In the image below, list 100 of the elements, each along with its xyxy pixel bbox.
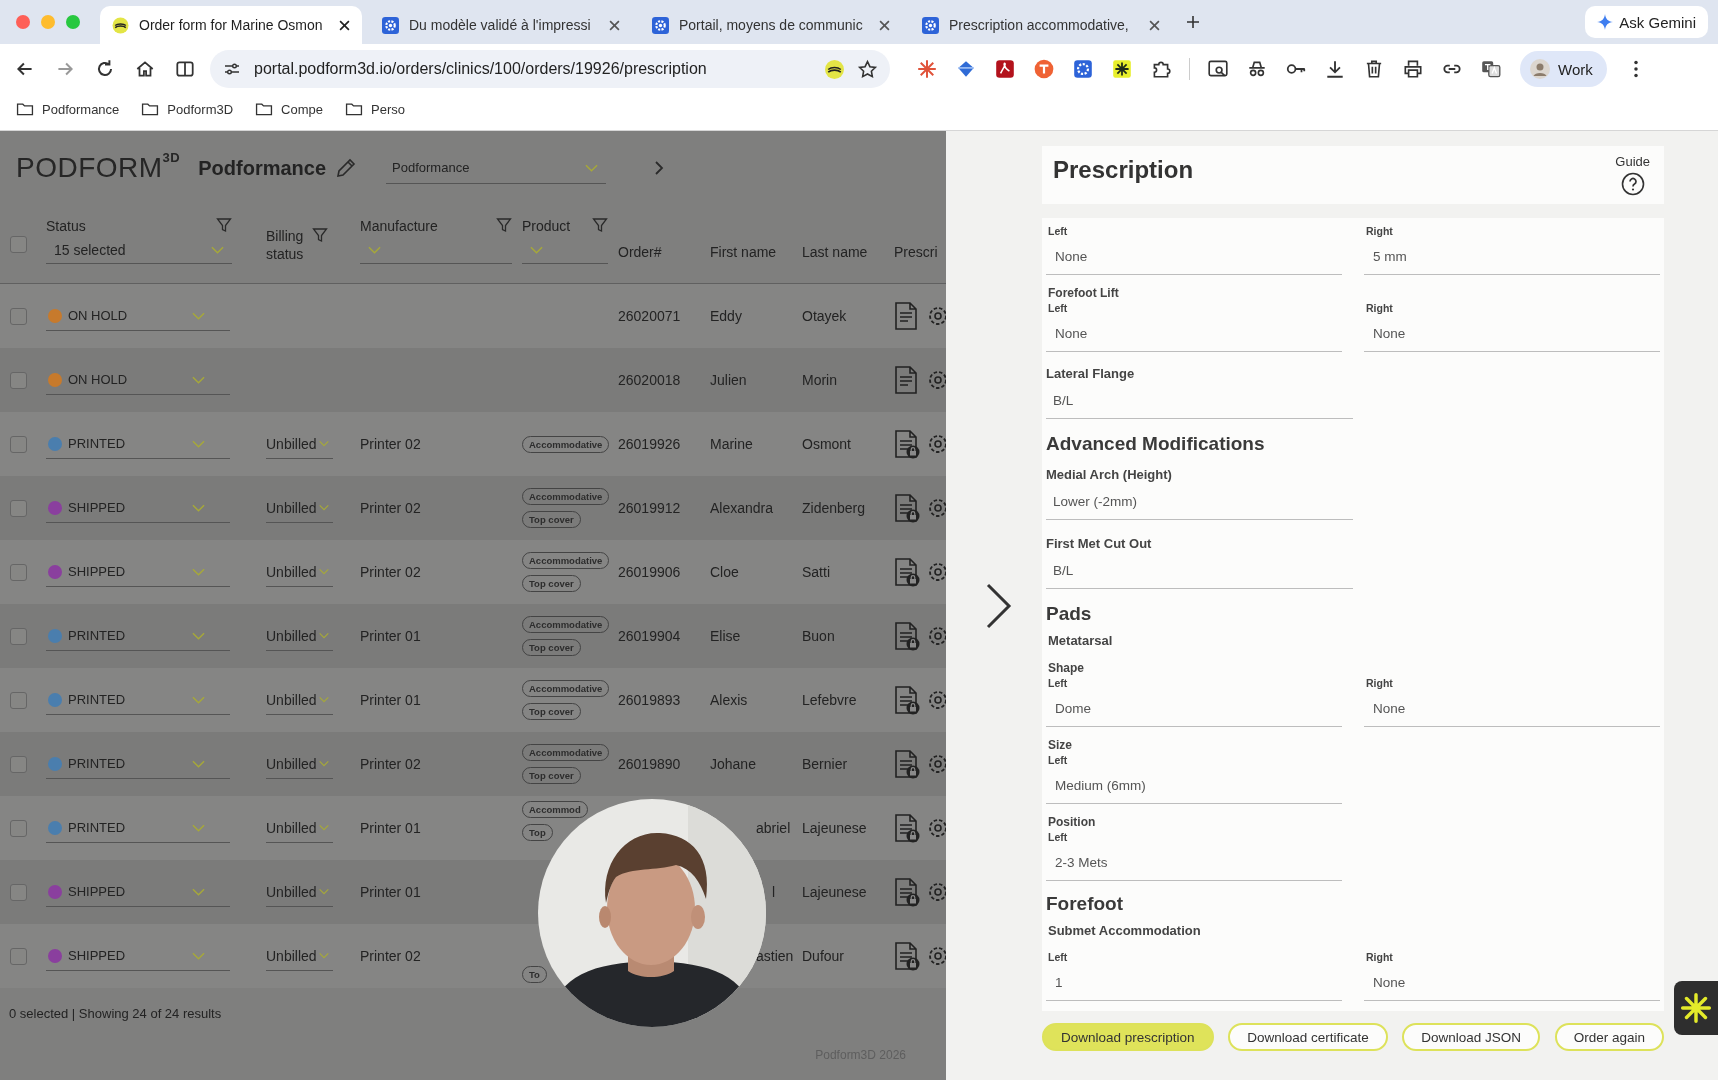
select-field[interactable]: None <box>1046 315 1342 352</box>
bookmark-folder[interactable]: Podformance <box>16 101 120 117</box>
bookmark-folder[interactable]: Perso <box>345 101 405 117</box>
select-field[interactable]: B/L <box>1046 382 1353 419</box>
document-icon[interactable] <box>894 301 920 331</box>
select-field[interactable]: None <box>1046 238 1342 275</box>
gear-icon[interactable] <box>926 432 946 456</box>
locked-document-icon[interactable] <box>894 429 920 459</box>
browser-tab[interactable]: Prescription accommodative, <box>910 6 1172 44</box>
status-dropdown[interactable]: PRINTED <box>46 429 230 459</box>
billing-dropdown[interactable]: Unbilled <box>266 941 333 971</box>
row-checkbox[interactable] <box>10 627 27 645</box>
row-checkbox[interactable] <box>10 755 27 773</box>
row-checkbox[interactable] <box>10 947 27 965</box>
action-button[interactable]: Download prescription <box>1042 1023 1214 1051</box>
close-window-button[interactable] <box>16 15 30 29</box>
filter-icon[interactable] <box>496 217 512 233</box>
document-icon[interactable] <box>894 365 920 395</box>
billing-dropdown[interactable]: Unbilled <box>266 685 333 715</box>
select-all-checkbox[interactable] <box>10 235 27 253</box>
gear-icon[interactable] <box>926 304 946 328</box>
locked-document-icon[interactable] <box>894 941 920 971</box>
status-dropdown[interactable]: SHIPPED <box>46 877 230 907</box>
bookmark-folder[interactable]: Podform3D <box>141 101 234 117</box>
asterisk-icon[interactable] <box>1111 58 1133 80</box>
status-dropdown[interactable]: PRINTED <box>46 749 230 779</box>
browser-tab[interactable]: Portail, moyens de communic <box>640 6 902 44</box>
select-field[interactable]: 1 <box>1046 964 1342 1001</box>
locked-document-icon[interactable] <box>894 557 920 587</box>
status-dropdown[interactable]: SHIPPED <box>46 941 230 971</box>
row-checkbox[interactable] <box>10 499 27 517</box>
action-button[interactable]: Download JSON <box>1402 1023 1541 1051</box>
gear-icon[interactable] <box>926 560 946 584</box>
select-field[interactable]: B/L <box>1046 552 1353 589</box>
filter-icon[interactable] <box>216 217 232 233</box>
row-checkbox[interactable] <box>10 435 27 453</box>
billing-dropdown[interactable]: Unbilled <box>266 429 333 459</box>
action-button[interactable]: Order again <box>1554 1023 1664 1051</box>
billing-dropdown[interactable]: Unbilled <box>266 877 333 907</box>
gear-icon[interactable] <box>926 496 946 520</box>
locked-document-icon[interactable] <box>894 493 920 523</box>
gear-icon[interactable] <box>926 624 946 648</box>
locked-document-icon[interactable] <box>894 685 920 715</box>
billing-dropdown[interactable]: Unbilled <box>266 493 333 523</box>
select-field[interactable]: 2-3 Mets <box>1046 844 1342 881</box>
select-field[interactable]: Medium (6mm) <box>1046 767 1342 804</box>
billing-dropdown[interactable]: Unbilled <box>266 557 333 587</box>
status-dropdown[interactable]: PRINTED <box>46 685 230 715</box>
billing-dropdown[interactable]: Unbilled <box>266 621 333 651</box>
profile-button[interactable]: Work <box>1520 51 1607 87</box>
filter-icon[interactable] <box>312 227 328 243</box>
row-checkbox[interactable] <box>10 371 27 389</box>
status-dropdown[interactable]: SHIPPED <box>46 493 230 523</box>
action-button[interactable]: Download certificate <box>1228 1023 1388 1051</box>
row-checkbox[interactable] <box>10 691 27 709</box>
close-icon[interactable] <box>609 19 620 31</box>
assistant-button[interactable] <box>1674 981 1718 1035</box>
filter-dropdown[interactable]: 15 selected <box>46 237 232 264</box>
locked-document-icon[interactable] <box>894 877 920 907</box>
help-icon[interactable] <box>1620 172 1645 196</box>
status-dropdown[interactable]: ON HOLD <box>46 365 230 395</box>
select-field[interactable]: None <box>1364 315 1660 352</box>
select-field[interactable]: Dome <box>1046 690 1342 727</box>
select-field[interactable]: 5 mm <box>1364 238 1660 275</box>
download-icon[interactable] <box>1324 58 1346 80</box>
close-icon[interactable] <box>1149 19 1160 31</box>
new-tab-icon[interactable] <box>1186 15 1200 29</box>
select-field[interactable]: Lower (-2mm) <box>1046 483 1353 520</box>
filter-icon[interactable] <box>592 217 608 233</box>
locked-document-icon[interactable] <box>894 621 920 651</box>
select-field[interactable]: None <box>1364 690 1660 727</box>
row-checkbox[interactable] <box>10 563 27 581</box>
bookmark-folder[interactable]: Compe <box>255 101 323 117</box>
browser-tab[interactable]: Du modèle validé à l'impressi <box>370 6 632 44</box>
row-checkbox[interactable] <box>10 819 27 837</box>
status-dropdown[interactable]: ON HOLD <box>46 301 230 331</box>
translate-icon[interactable] <box>1480 58 1502 80</box>
gear-icon[interactable] <box>926 688 946 712</box>
locked-document-icon[interactable] <box>894 813 920 843</box>
billing-dropdown[interactable]: Unbilled <box>266 749 333 779</box>
close-icon[interactable] <box>879 19 890 31</box>
logo-icon[interactable] <box>824 58 845 80</box>
gear-icon[interactable] <box>926 944 946 968</box>
row-checkbox[interactable] <box>10 307 27 325</box>
address-bar[interactable]: portal.podform3d.io/orders/clinics/100/orders/19926/prescription <box>210 50 890 88</box>
status-dropdown[interactable]: PRINTED <box>46 813 230 843</box>
clinic-dropdown[interactable]: Podformance <box>386 152 607 184</box>
printer-icon[interactable] <box>1402 58 1424 80</box>
bookmark-star-icon[interactable] <box>857 58 878 80</box>
gear-icon[interactable] <box>926 880 946 904</box>
browser-tab[interactable]: Order form for Marine Osmon <box>100 6 362 44</box>
status-dropdown[interactable]: PRINTED <box>46 621 230 651</box>
gear-icon[interactable] <box>926 368 946 392</box>
gear-icon[interactable] <box>926 752 946 776</box>
billing-dropdown[interactable]: Unbilled <box>266 813 333 843</box>
close-icon[interactable] <box>339 19 350 31</box>
select-field[interactable]: None <box>1364 964 1660 1001</box>
row-checkbox[interactable] <box>10 883 27 901</box>
gear-icon[interactable] <box>926 816 946 840</box>
gemini-button[interactable]: Ask Gemini <box>1585 6 1708 38</box>
